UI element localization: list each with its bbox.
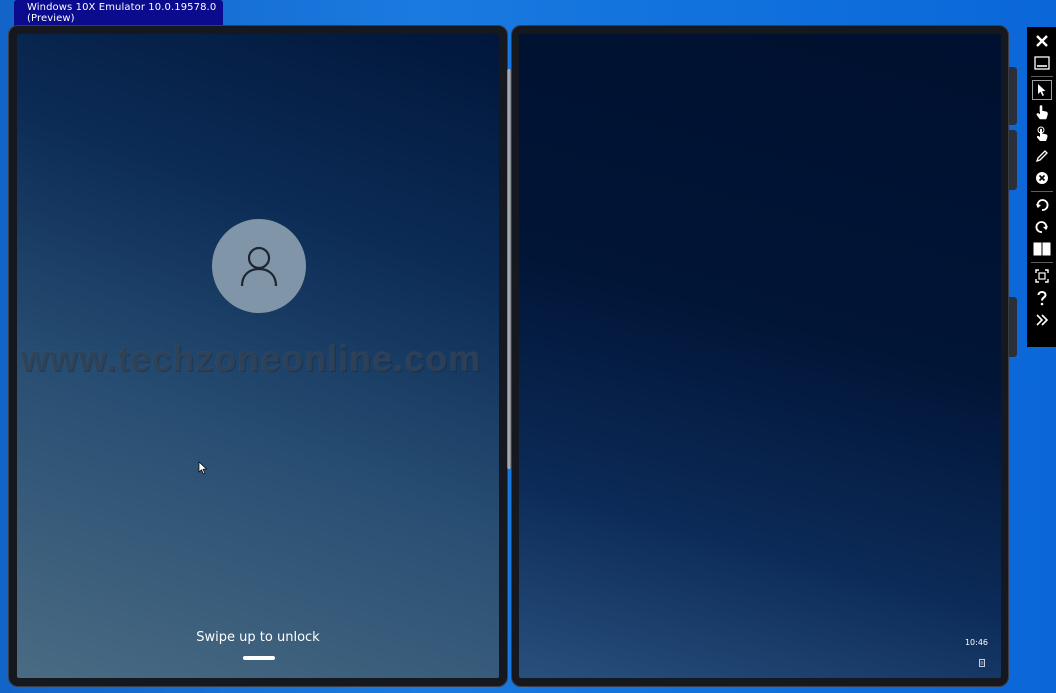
minimize-icon	[1033, 56, 1050, 70]
cancel-circle-icon	[1035, 172, 1048, 184]
power-button[interactable]	[1009, 297, 1017, 357]
toolbar-separator	[1030, 76, 1053, 77]
pointer-icon	[1037, 84, 1045, 96]
avatar[interactable]	[212, 219, 306, 313]
pointer-mode-button[interactable]	[1031, 79, 1053, 101]
dual-screen-icon	[1033, 242, 1050, 256]
user-icon	[240, 246, 278, 287]
pen-icon	[1035, 150, 1048, 163]
help-button[interactable]	[1031, 287, 1053, 309]
watermark: www.techzoneonline.com	[20, 338, 482, 379]
right-screen[interactable]: 10:46	[519, 34, 1001, 678]
mouse-cursor-icon	[198, 460, 208, 479]
emulator-title-tab[interactable]: Windows 10X Emulator 10.0.19578.0 (Previ…	[14, 0, 223, 26]
volume-button[interactable]	[1009, 67, 1017, 125]
swipe-up-label: Swipe up to unlock	[196, 630, 320, 645]
dual-screen-button[interactable]	[1031, 238, 1053, 260]
fit-to-screen-button[interactable]	[1031, 265, 1053, 287]
multi-touch-icon	[1036, 126, 1048, 141]
help-icon	[1037, 291, 1047, 306]
single-touch-button[interactable]	[1031, 101, 1053, 123]
expand-tools-button[interactable]	[1031, 309, 1053, 331]
cancel-button[interactable]	[1031, 167, 1053, 189]
minimize-button[interactable]	[1031, 52, 1053, 74]
volume-button-lower[interactable]	[1009, 130, 1017, 190]
pen-button[interactable]	[1031, 145, 1053, 167]
multi-touch-button[interactable]	[1031, 123, 1053, 145]
swipe-handle[interactable]	[243, 656, 275, 660]
fit-screen-icon	[1034, 269, 1049, 283]
expand-tools-icon	[1035, 314, 1048, 326]
right-panel: 10:46	[511, 25, 1009, 687]
network-icon	[979, 652, 985, 671]
close-button[interactable]	[1031, 30, 1053, 52]
toolbar-separator	[1030, 262, 1053, 263]
emulator-title: Windows 10X Emulator 10.0.19578.0 (Previ…	[27, 2, 217, 24]
toolbar-separator	[1030, 191, 1053, 192]
single-touch-icon	[1036, 105, 1048, 120]
emulator-toolbar	[1027, 27, 1056, 347]
rotate-right-button[interactable]	[1031, 216, 1053, 238]
close-icon	[1035, 35, 1048, 47]
rotate-left-button[interactable]	[1031, 194, 1053, 216]
clock: 10:46	[964, 638, 988, 647]
rotate-left-icon	[1035, 199, 1048, 211]
rotate-right-icon	[1035, 221, 1048, 233]
